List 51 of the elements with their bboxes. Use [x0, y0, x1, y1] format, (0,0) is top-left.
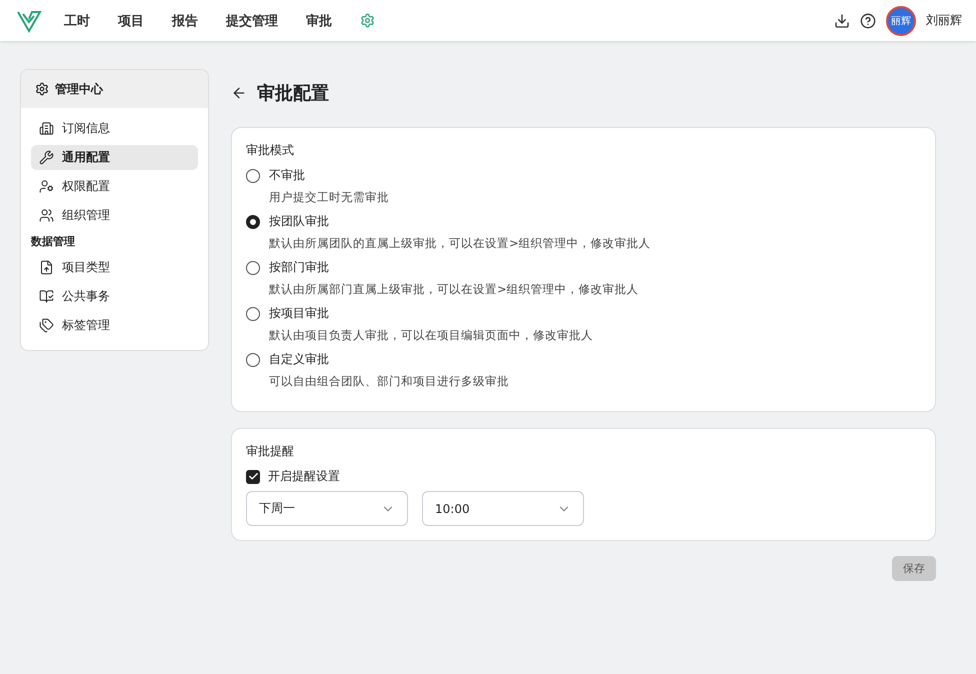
radio-button[interactable] — [246, 352, 260, 366]
nav-tab[interactable]: 审批 — [306, 12, 332, 30]
option-label: 自定义审批 — [269, 351, 329, 368]
user-name: 刘丽辉 — [926, 12, 962, 29]
option-description: 用户提交工时无需审批 — [269, 190, 390, 205]
sidebar-item[interactable]: 组织管理 — [31, 203, 198, 228]
card-title: 审批提醒 — [246, 443, 295, 460]
menu-icon — [39, 260, 54, 275]
menu-icon — [39, 289, 54, 304]
sidebar-item[interactable]: 权限配置 — [31, 174, 198, 199]
download-icon[interactable] — [834, 12, 850, 28]
sidebar-item[interactable]: 公共事务 — [31, 284, 198, 309]
card-title: 审批模式 — [246, 142, 295, 159]
settings-icon[interactable] — [360, 13, 375, 28]
nav-tab[interactable]: 项目 — [118, 12, 144, 30]
menu-icon — [39, 150, 54, 165]
sidebar-item[interactable]: 项目类型 — [31, 255, 198, 280]
radio-button[interactable] — [246, 260, 260, 274]
checkbox[interactable] — [246, 470, 260, 484]
option-label: 不审批 — [269, 167, 305, 184]
option-label: 按项目审批 — [269, 305, 329, 322]
option-label: 按团队审批 — [269, 213, 329, 230]
radio-button[interactable] — [246, 214, 260, 228]
sidebar-title: 管理中心 — [55, 80, 103, 98]
sidebar-item[interactable]: 订阅信息 — [31, 116, 198, 141]
nav-tab[interactable]: 工时 — [64, 12, 90, 30]
option-label: 按部门审批 — [269, 259, 329, 276]
sidebar-item[interactable]: 标签管理 — [31, 313, 198, 338]
option-description: 可以自由组合团队、部门和项目进行多级审批 — [269, 374, 510, 389]
logo-icon[interactable] — [16, 8, 42, 32]
select-dropdown[interactable]: 10:00 — [422, 491, 584, 526]
option-description: 默认由项目负责人审批，可以在项目编辑页面中，修改审批人 — [269, 328, 594, 343]
radio-button[interactable] — [246, 306, 260, 320]
select-dropdown[interactable]: 下周一 — [246, 491, 408, 526]
sidebar-item[interactable]: 通用配置 — [31, 145, 198, 170]
help-icon[interactable] — [860, 12, 876, 28]
option-description: 默认由所属部门直属上级审批，可以在设置>组织管理中，修改审批人 — [269, 282, 640, 297]
nav-tab[interactable]: 提交管理 — [226, 12, 278, 30]
nav-tab[interactable]: 报告 — [172, 12, 198, 30]
checkbox-label: 开启提醒设置 — [268, 468, 340, 485]
menu-icon — [39, 179, 54, 194]
settings-icon — [35, 82, 49, 96]
menu-icon — [39, 208, 54, 223]
user-avatar[interactable]: 丽辉 — [886, 6, 916, 36]
page-title: 审批配置 — [257, 82, 329, 105]
menu-icon — [39, 121, 54, 136]
menu-icon — [39, 318, 54, 333]
option-description: 默认由所属团队的直属上级审批，可以在设置>组织管理中，修改审批人 — [269, 236, 652, 251]
radio-button[interactable] — [246, 168, 260, 182]
section-label: 数据管理 — [30, 234, 76, 250]
check-icon — [248, 471, 258, 482]
